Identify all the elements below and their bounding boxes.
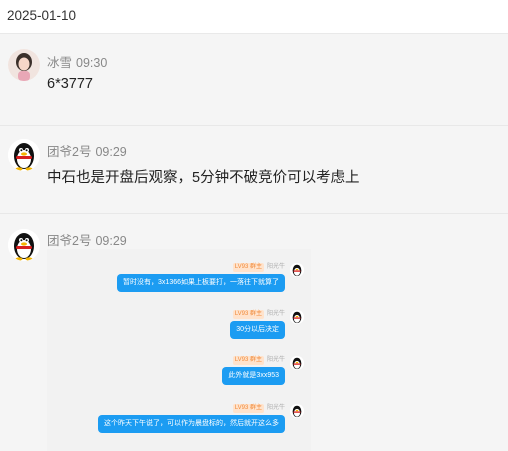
screenshot-image[interactable]: LV93 群主 阳光牛 暂时没有，3x1366如果上板要打，一落往下就算了 LV9… [47,249,311,451]
message-text[interactable]: 中石也是开盘后观察，5分钟不破竞价可以考虑上 [47,166,360,187]
sender-tags: LV93 群主 阳光牛 [232,356,285,365]
chat-bubble: 暂时没有，3x1366如果上板要打，一落往下就算了 [117,274,285,292]
screenshot-sender: 阳光牛 [266,264,285,270]
sender-tags: LV93 群主 阳光牛 [232,310,285,319]
screenshot-row: LV93 群主 阳光牛 暂时没有，3x1366如果上板要打，一落往下就算了 [57,263,307,303]
message-meta: 团爷2号 09:29 [47,230,127,249]
avatar[interactable] [8,139,40,171]
level-badge: LV93 群主 [232,356,264,365]
message-meta: 团爷2号 09:29 [47,141,127,160]
date-label: 2025-01-10 [7,8,77,23]
chat-bubble: 30分以后决定 [230,321,285,339]
avatar[interactable] [8,229,40,261]
message-text[interactable]: 6*3777 [47,76,93,92]
message-time: 09:29 [95,145,127,159]
message-time: 09:29 [95,234,127,248]
penguin-avatar-icon [290,404,304,418]
screenshot-sender: 阳光牛 [266,311,285,317]
level-badge: LV93 群主 [232,404,264,413]
message-time: 09:30 [76,56,108,70]
chat-bubble: 此外就是3xx953 [222,367,285,385]
chat-bubble: 这个昨天下午说了，可以作为晨盘标的，然后就开这么多 [98,415,285,433]
penguin-avatar-icon [290,263,304,277]
level-badge: LV93 群主 [232,310,264,319]
sender-name[interactable]: 团爷2号 [47,145,91,159]
sender-tags: LV93 群主 阳光牛 [232,404,285,413]
avatar[interactable] [8,49,40,81]
penguin-avatar-icon [290,310,304,324]
penguin-avatar-icon [8,139,40,171]
divider [0,125,508,126]
penguin-avatar-icon [8,229,40,261]
screenshot-row: LV93 群主 阳光牛 30分以后决定 [57,310,307,350]
screenshot-sender: 阳光牛 [266,405,285,411]
screenshot-sender: 阳光牛 [266,357,285,363]
level-badge: LV93 群主 [232,263,264,272]
divider [0,213,508,214]
screenshot-row: LV93 群主 阳光牛 此外就是3xx953 [57,356,307,396]
penguin-avatar-icon [290,356,304,370]
sender-tags: LV93 群主 阳光牛 [232,263,285,272]
user-photo-avatar [8,49,40,81]
screenshot-row: LV93 群主 阳光牛 这个昨天下午说了，可以作为晨盘标的，然后就开这么多 [57,404,307,444]
sender-name[interactable]: 冰雪 [47,56,72,70]
date-header: 2025-01-10 [0,0,508,34]
sender-name[interactable]: 团爷2号 [47,234,91,248]
message-meta: 冰雪 09:30 [47,52,107,71]
